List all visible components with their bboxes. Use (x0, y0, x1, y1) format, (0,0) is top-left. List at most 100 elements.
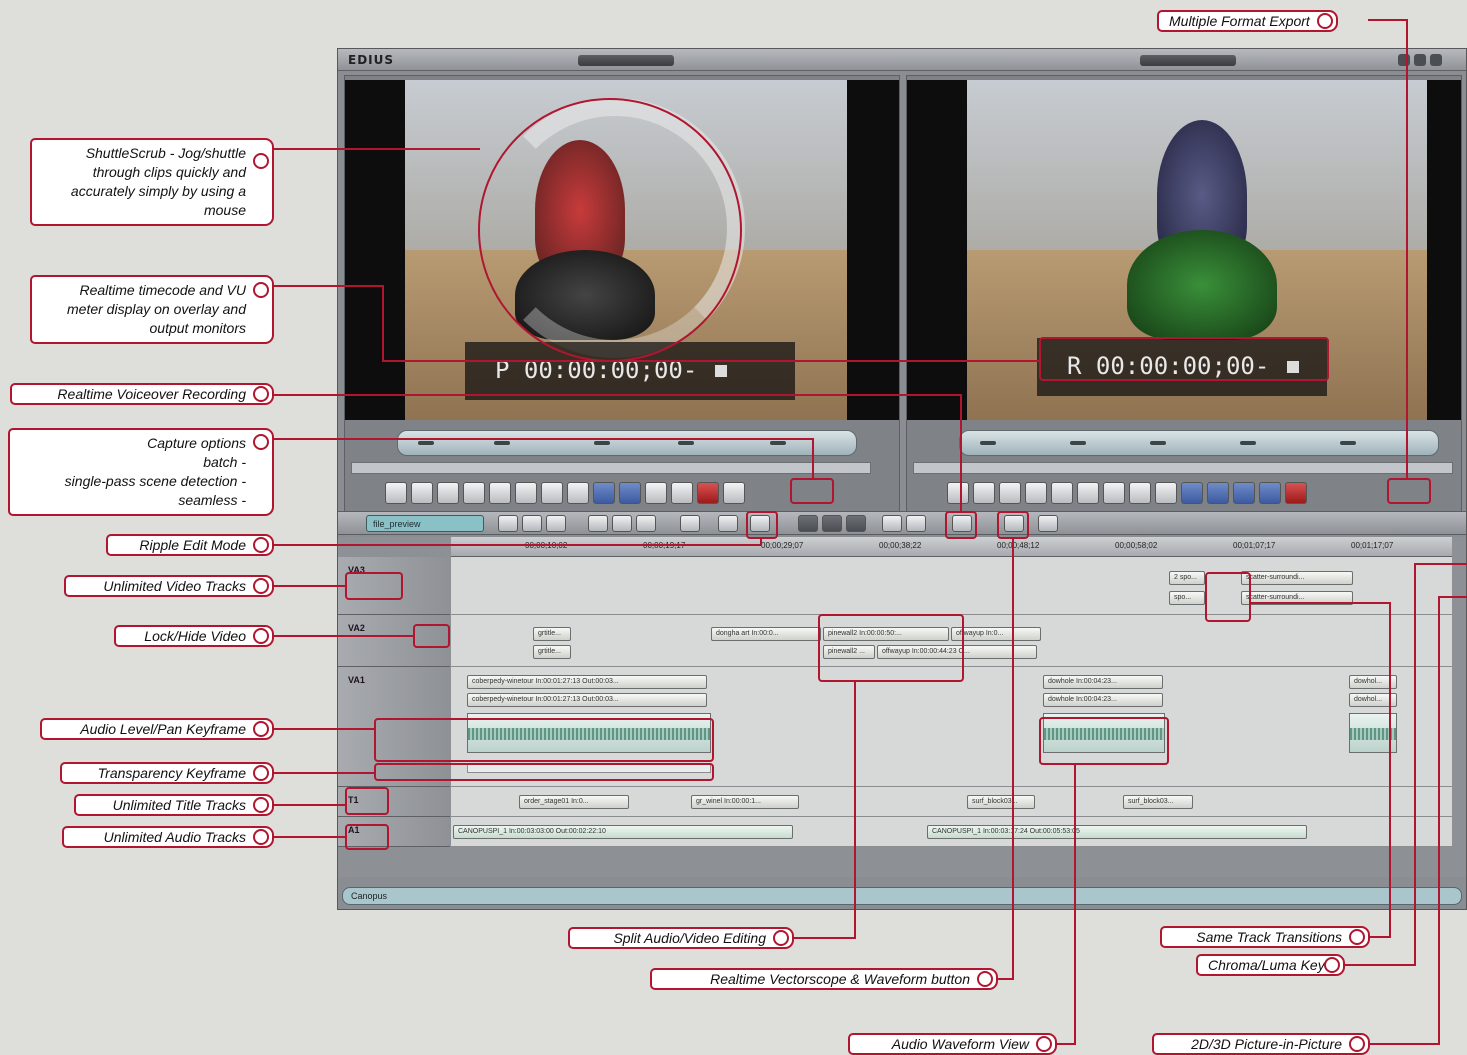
voiceover-highlight (945, 511, 977, 539)
insert-button[interactable] (1233, 482, 1255, 504)
loop-button[interactable] (1103, 482, 1125, 504)
capture-options-button[interactable] (723, 482, 745, 504)
stop-square-icon (715, 365, 728, 377)
undo-button[interactable] (680, 515, 700, 532)
lock-hide-highlight (413, 624, 450, 648)
step-back-button[interactable] (437, 482, 459, 504)
open-button[interactable] (522, 515, 542, 532)
overwrite-button[interactable] (619, 482, 641, 504)
ruler-tick: 00;00;58;02 (1115, 541, 1158, 550)
player-transport (385, 482, 745, 506)
waveform-highlight (1039, 717, 1169, 765)
track-va3[interactable]: 2 spo... spo... scatter-surroundi... sca… (451, 557, 1452, 615)
ripple-highlight (746, 511, 778, 539)
ruler-tick: 00;01;07;17 (1233, 541, 1276, 550)
track-t1[interactable]: order_stage01 In:0... gr_winel In:00:00:… (451, 787, 1452, 817)
ruler-tick: 00;00;29;07 (761, 541, 804, 550)
sequence-name-field[interactable]: file_preview (366, 515, 484, 532)
callout-waveform-view: Audio Waveform View (848, 1033, 1057, 1055)
maximize-icon[interactable] (1414, 54, 1426, 66)
clip[interactable]: gr_winel In:00:00:1... (691, 795, 799, 809)
mark-out-button[interactable] (671, 482, 693, 504)
player-scrub-bar[interactable] (351, 462, 871, 474)
loop-button[interactable] (541, 482, 563, 504)
timeline-toolbar: file_preview (338, 511, 1466, 535)
cut-button[interactable] (588, 515, 608, 532)
recorder-scrub-bar[interactable] (913, 462, 1453, 474)
callout-same-track: Same Track Transitions (1160, 926, 1370, 948)
callout-multiple-format-export: Multiple Format Export (1157, 10, 1338, 32)
lock-button[interactable] (718, 515, 738, 532)
clip[interactable]: coberpedy-winetour In:00:01:27:13 Out:00… (467, 675, 707, 689)
ruler-tick: 00;00;48;12 (997, 541, 1040, 550)
play-button[interactable] (463, 482, 485, 504)
play-button[interactable] (1025, 482, 1047, 504)
new-sequence-button[interactable] (498, 515, 518, 532)
stop-button[interactable] (947, 482, 969, 504)
split-button[interactable] (882, 515, 902, 532)
fast-forward-button[interactable] (515, 482, 537, 504)
clip[interactable]: CANOPUSPI_1 In:00:03:03:00 Out:00:02:22:… (453, 825, 793, 839)
trim-button[interactable] (906, 515, 926, 532)
step-forward-button[interactable] (1051, 482, 1073, 504)
timeline: 00;00;10;02 00;00;19;17 00;00;29;07 00;0… (338, 537, 1466, 877)
rewind-button[interactable] (973, 482, 995, 504)
clip[interactable]: surf_block03... (967, 795, 1035, 809)
transparency-highlight (374, 763, 714, 781)
title-bar: EDIUS (338, 49, 1466, 71)
capture-button[interactable] (697, 482, 719, 504)
shuttle-scrub-highlight (478, 98, 742, 362)
clip[interactable]: surf_block03... (1123, 795, 1193, 809)
mode-button-1[interactable] (798, 515, 818, 532)
callout-text: batch - (203, 454, 246, 470)
callout-audio-level: Audio Level/Pan Keyframe (40, 718, 274, 740)
clip[interactable]: coberpedy-winetour In:00:01:27:13 Out:00… (467, 693, 707, 707)
rewind-button[interactable] (411, 482, 433, 504)
save-button[interactable] (546, 515, 566, 532)
in-point-button[interactable] (567, 482, 589, 504)
timeline-ruler[interactable]: 00;00;10;02 00;00;19;17 00;00;29;07 00;0… (451, 537, 1452, 557)
clip[interactable]: scatter-surroundi... (1241, 571, 1353, 585)
callout-text: Realtime timecode and VU meter display o… (67, 282, 246, 336)
clip[interactable]: dowhole In:00:04:23... (1043, 675, 1163, 689)
step-forward-button[interactable] (489, 482, 511, 504)
mode-button-3[interactable] (846, 515, 866, 532)
copy-button[interactable] (612, 515, 632, 532)
set-out-button[interactable] (1207, 482, 1229, 504)
clip[interactable]: 2 spo... (1169, 571, 1205, 585)
mode-button-2[interactable] (822, 515, 842, 532)
close-icon[interactable] (1430, 54, 1442, 66)
callout-split-av: Split Audio/Video Editing (568, 927, 794, 949)
clip[interactable]: grtitle... (533, 627, 571, 641)
render-button[interactable] (1038, 515, 1058, 532)
clip[interactable]: order_stage01 In:0... (519, 795, 629, 809)
fast-forward-button[interactable] (1077, 482, 1099, 504)
callout-timecode-vu: Realtime timecode and VU meter display o… (30, 275, 274, 344)
clip[interactable]: offwayup In:0... (951, 627, 1041, 641)
mark-in-button[interactable] (1129, 482, 1151, 504)
stop-button[interactable] (385, 482, 407, 504)
clip[interactable]: dongha art In:00:0... (711, 627, 821, 641)
callout-vectorscope: Realtime Vectorscope & Waveform button (650, 968, 998, 990)
clip[interactable]: dowhole In:00:04:23... (1043, 693, 1163, 707)
ruler-tick: 00;01;17;07 (1351, 541, 1394, 550)
track-label: VA1 (348, 675, 365, 685)
minimize-icon[interactable] (1398, 54, 1410, 66)
callout-shuttle-scrub: ShuttleScrub - Jog/shuttle through clips… (30, 138, 274, 226)
callout-voiceover: Realtime Voiceover Recording (10, 383, 274, 405)
clip[interactable]: grtitle... (533, 645, 571, 659)
step-back-button[interactable] (999, 482, 1021, 504)
mark-in-button[interactable] (645, 482, 667, 504)
insert-button[interactable] (593, 482, 615, 504)
mark-out-button[interactable] (1155, 482, 1177, 504)
export-button[interactable] (1285, 482, 1307, 504)
track-a1[interactable]: CANOPUSPI_1 In:00:03:03:00 Out:00:02:22:… (451, 817, 1452, 847)
callout-text: Lock/Hide Video (144, 628, 246, 644)
clip[interactable]: spo... (1169, 591, 1205, 605)
clip[interactable]: CANOPUSPI_1 In:00:03:17:24 Out:00:05:53:… (927, 825, 1307, 839)
set-in-button[interactable] (1181, 482, 1203, 504)
overwrite-button[interactable] (1259, 482, 1281, 504)
paste-button[interactable] (636, 515, 656, 532)
export-highlight (1387, 478, 1431, 504)
title-tracks-highlight (345, 787, 389, 815)
